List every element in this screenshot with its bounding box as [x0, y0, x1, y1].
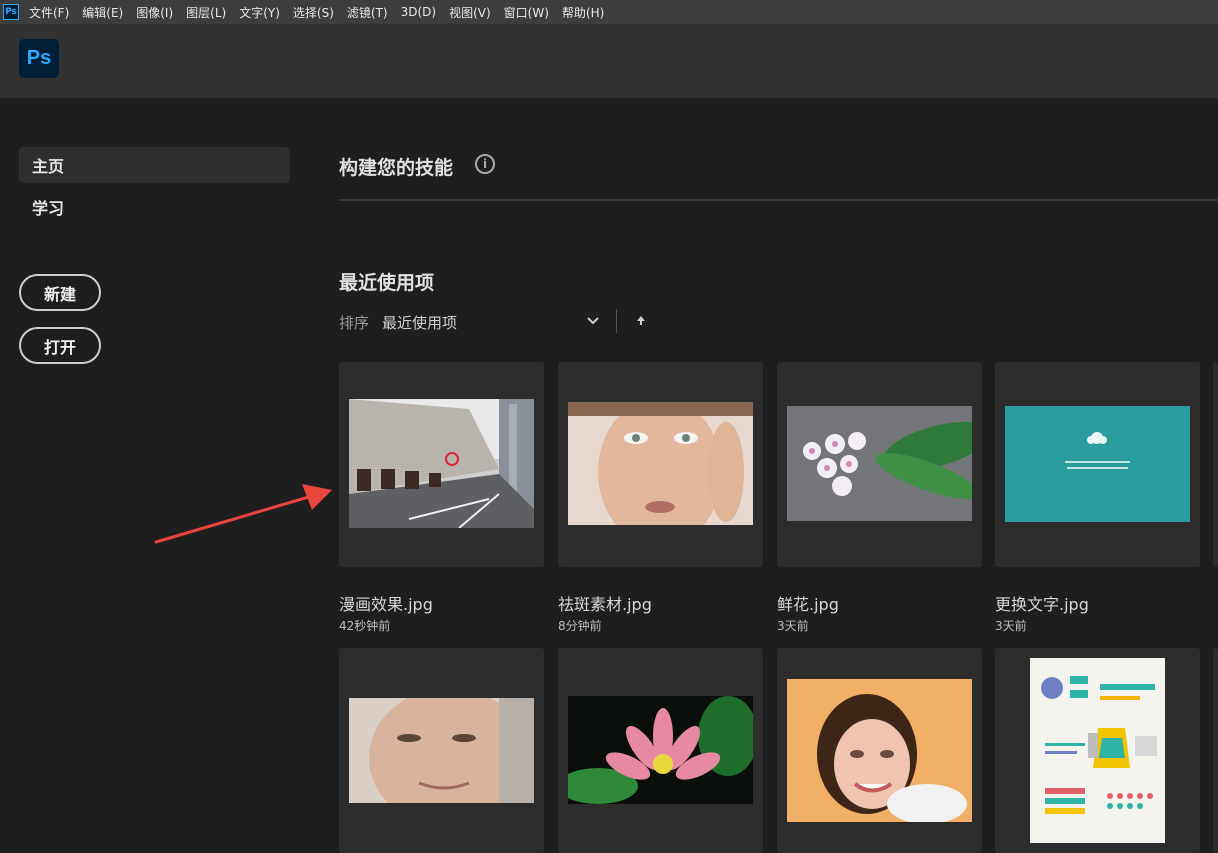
menu-window[interactable]: 窗口(W) — [504, 4, 549, 21]
sidebar-item-home[interactable]: 主页 — [19, 147, 290, 183]
menu-view[interactable]: 视图(V) — [449, 4, 491, 21]
file-thumbnail-teal-text — [1005, 406, 1190, 522]
sort-label: 排序 — [339, 314, 370, 332]
skills-title: 构建您的技能 — [339, 157, 454, 179]
menu-type[interactable]: 文字(Y) — [239, 4, 280, 21]
recent-file-card[interactable] — [777, 362, 982, 567]
menu-select[interactable]: 选择(S) — [293, 4, 334, 21]
sidebar-item-learn[interactable]: 学习 — [19, 189, 290, 225]
section-divider — [339, 199, 1218, 201]
recent-file-card[interactable] — [777, 648, 982, 853]
file-thumbnail-portrait — [568, 402, 753, 525]
recent-file-card[interactable] — [995, 648, 1200, 853]
info-icon[interactable]: i — [475, 154, 495, 174]
menu-image[interactable]: 图像(I) — [136, 4, 173, 21]
file-thumbnail-infographic — [1030, 658, 1165, 843]
recent-file-card[interactable] — [558, 648, 763, 853]
file-time: 3天前 — [777, 619, 809, 633]
menu-edit[interactable]: 编辑(E) — [82, 4, 123, 21]
file-thumbnail-street — [349, 399, 534, 528]
recent-file-card[interactable] — [995, 362, 1200, 567]
recent-file-card[interactable] — [339, 362, 544, 567]
ps-menu-icon[interactable]: Ps — [3, 4, 19, 20]
file-time: 42秒钟前 — [339, 619, 391, 633]
menu-3d[interactable]: 3D(D) — [401, 5, 436, 19]
file-name[interactable]: 鲜花.jpg — [777, 591, 839, 615]
menu-file[interactable]: 文件(F) — [29, 4, 69, 21]
file-thumbnail-flowers — [787, 406, 972, 521]
file-name[interactable]: 漫画效果.jpg — [339, 591, 433, 615]
sort-ascending-icon[interactable] — [634, 313, 648, 329]
menu-bar: Ps 文件(F) 编辑(E) 图像(I) 图层(L) 文字(Y) 选择(S) 滤… — [0, 0, 1218, 24]
chevron-down-icon[interactable] — [585, 313, 601, 329]
recent-file-card[interactable] — [339, 648, 544, 853]
file-time: 8分钟前 — [558, 619, 602, 633]
sidebar: 主页 学习 新建 打开 — [0, 98, 310, 853]
sort-dropdown[interactable]: 最近使用项 — [382, 312, 457, 333]
menu-filter[interactable]: 滤镜(T) — [347, 4, 388, 21]
annotation-arrow-icon — [154, 484, 332, 544]
file-name[interactable]: 祛斑素材.jpg — [558, 591, 652, 615]
recent-file-card-partial[interactable] — [1213, 362, 1218, 567]
file-time: 3天前 — [995, 619, 1027, 633]
recent-file-card-partial[interactable] — [1213, 648, 1218, 853]
file-name[interactable]: 更换文字.jpg — [995, 591, 1089, 615]
menu-layer[interactable]: 图层(L) — [186, 4, 226, 21]
app-header: Ps — [0, 24, 1218, 98]
menu-help[interactable]: 帮助(H) — [562, 4, 604, 21]
new-button[interactable]: 新建 — [19, 274, 101, 311]
open-button[interactable]: 打开 — [19, 327, 101, 364]
sort-separator — [616, 309, 617, 333]
ps-logo: Ps — [19, 39, 59, 78]
file-thumbnail-elder-face — [349, 698, 534, 803]
recent-title: 最近使用项 — [339, 272, 435, 294]
recent-file-card[interactable] — [558, 362, 763, 567]
file-thumbnail-lotus — [568, 696, 753, 804]
file-thumbnail-smiling-woman — [787, 679, 972, 822]
